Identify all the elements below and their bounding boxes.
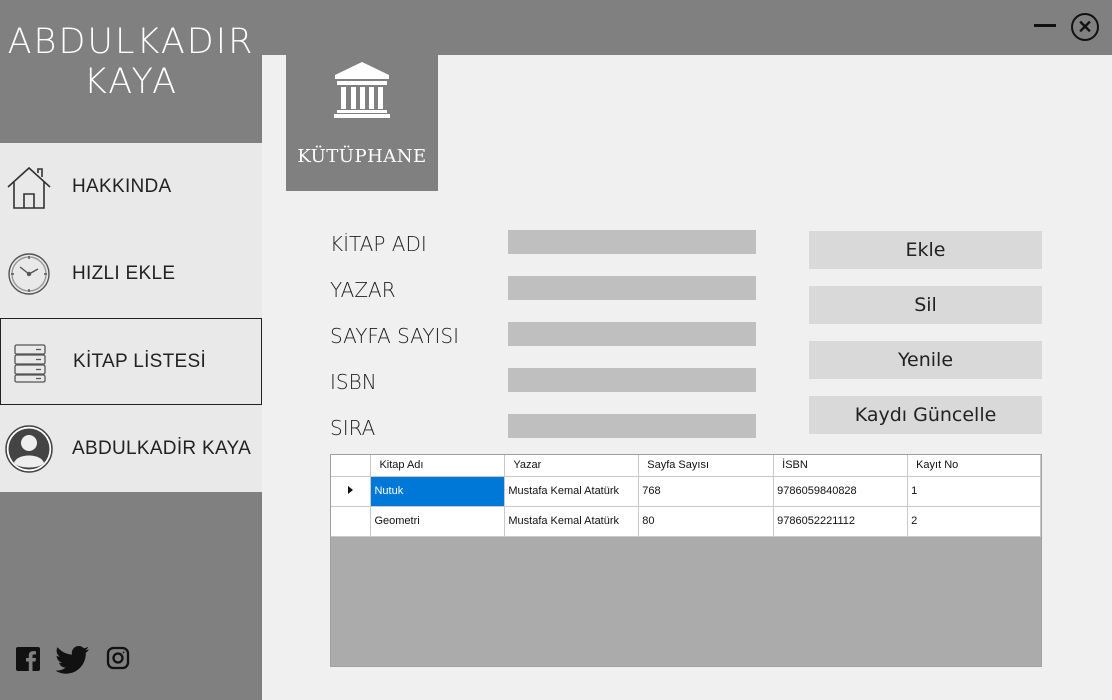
table-cell[interactable]: 1 — [907, 476, 1041, 507]
row-header-corner — [331, 455, 372, 477]
yazar-input[interactable] — [508, 276, 756, 300]
table-cell[interactable]: 9786052221112 — [773, 506, 909, 537]
label-sira: SIRA — [330, 416, 376, 440]
table-cell[interactable]: Nutuk — [370, 476, 506, 507]
label-sayfa-sayisi: SAYFA SAYISI — [330, 324, 460, 348]
label-yazar: YAZAR — [330, 278, 396, 302]
close-icon[interactable]: ✕ — [1071, 13, 1099, 41]
table-row[interactable]: Geometri Mustafa Kemal Atatürk 80 978605… — [331, 506, 1041, 537]
kitap-adi-input[interactable] — [508, 230, 756, 254]
sidebar-menu: HAKKINDA HIZLI EKLE KİTAP LİSTESİ ABDULK… — [0, 143, 262, 492]
sidebar-item-hizli-ekle[interactable]: HIZLI EKLE — [0, 230, 262, 317]
books-table: Kitap Adı Yazar Sayfa Sayısı İSBN Kayıt … — [331, 455, 1041, 537]
books-grid[interactable]: Kitap Adı Yazar Sayfa Sayısı İSBN Kayıt … — [330, 454, 1042, 667]
label-kitap-adi: KİTAP ADI — [330, 232, 427, 256]
label-isbn: ISBN — [330, 370, 377, 394]
sidebar-item-label: HAKKINDA — [72, 175, 172, 197]
table-cell[interactable]: 2 — [907, 506, 1041, 537]
table-row[interactable]: Nutuk Mustafa Kemal Atatürk 768 97860598… — [331, 476, 1041, 507]
logo-text: KÜTÜPHANE — [297, 146, 427, 167]
sidebar-item-kitap-listesi[interactable]: KİTAP LİSTESİ — [0, 318, 262, 405]
sira-input[interactable] — [508, 414, 756, 438]
current-row-arrow-icon — [348, 486, 354, 494]
home-icon — [5, 163, 53, 211]
sidebar-item-label: HIZLI EKLE — [72, 262, 176, 284]
column-header[interactable]: Sayfa Sayısı — [638, 455, 775, 477]
server-icon — [6, 338, 54, 386]
sidebar-item-hakkinda[interactable]: HAKKINDA — [0, 143, 262, 230]
brand-title: ABDULKADIR KAYA — [0, 22, 262, 102]
column-header[interactable]: Kayıt No — [907, 455, 1041, 477]
title-bar — [262, 0, 1112, 55]
sidebar-item-label: KİTAP LİSTESİ — [73, 350, 207, 372]
delete-button[interactable]: Sil — [809, 286, 1042, 324]
facebook-icon[interactable] — [15, 646, 43, 674]
refresh-button[interactable]: Yenile — [809, 341, 1042, 379]
add-button[interactable]: Ekle — [809, 231, 1042, 269]
row-selector[interactable] — [331, 476, 372, 507]
user-icon — [5, 424, 53, 473]
table-cell[interactable]: 768 — [638, 476, 775, 507]
sidebar-item-profile[interactable]: ABDULKADİR KAYA — [0, 405, 262, 492]
table-cell[interactable]: Mustafa Kemal Atatürk — [504, 506, 640, 537]
table-cell[interactable]: 80 — [638, 506, 775, 537]
isbn-input[interactable] — [508, 368, 756, 392]
brand-line-2: KAYA — [83, 62, 179, 102]
twitter-icon[interactable] — [55, 646, 90, 674]
sayfa-sayisi-input[interactable] — [508, 322, 756, 346]
clock-icon — [5, 250, 53, 298]
table-cell[interactable]: Mustafa Kemal Atatürk — [504, 476, 640, 507]
brand-line-1: ABDULKADIR — [7, 22, 255, 62]
update-record-button[interactable]: Kaydı Güncelle — [809, 396, 1042, 434]
instagram-icon[interactable] — [106, 646, 130, 674]
table-cell[interactable]: 9786059840828 — [773, 476, 909, 507]
sidebar: ABDULKADIR KAYA HAKKINDA HIZLI EKLE KİTA… — [0, 0, 262, 700]
minimize-icon[interactable] — [1034, 24, 1056, 27]
sidebar-item-label: ABDULKADİR KAYA — [72, 437, 252, 459]
table-header-row: Kitap Adı Yazar Sayfa Sayısı İSBN Kayıt … — [331, 455, 1041, 477]
table-cell[interactable]: Geometri — [370, 506, 506, 537]
row-selector[interactable] — [331, 506, 372, 537]
logo-tile: KÜTÜPHANE — [286, 55, 438, 191]
column-header[interactable]: Kitap Adı — [370, 455, 506, 477]
library-building-icon — [332, 59, 392, 124]
column-header[interactable]: Yazar — [504, 455, 640, 477]
column-header[interactable]: İSBN — [773, 455, 909, 477]
